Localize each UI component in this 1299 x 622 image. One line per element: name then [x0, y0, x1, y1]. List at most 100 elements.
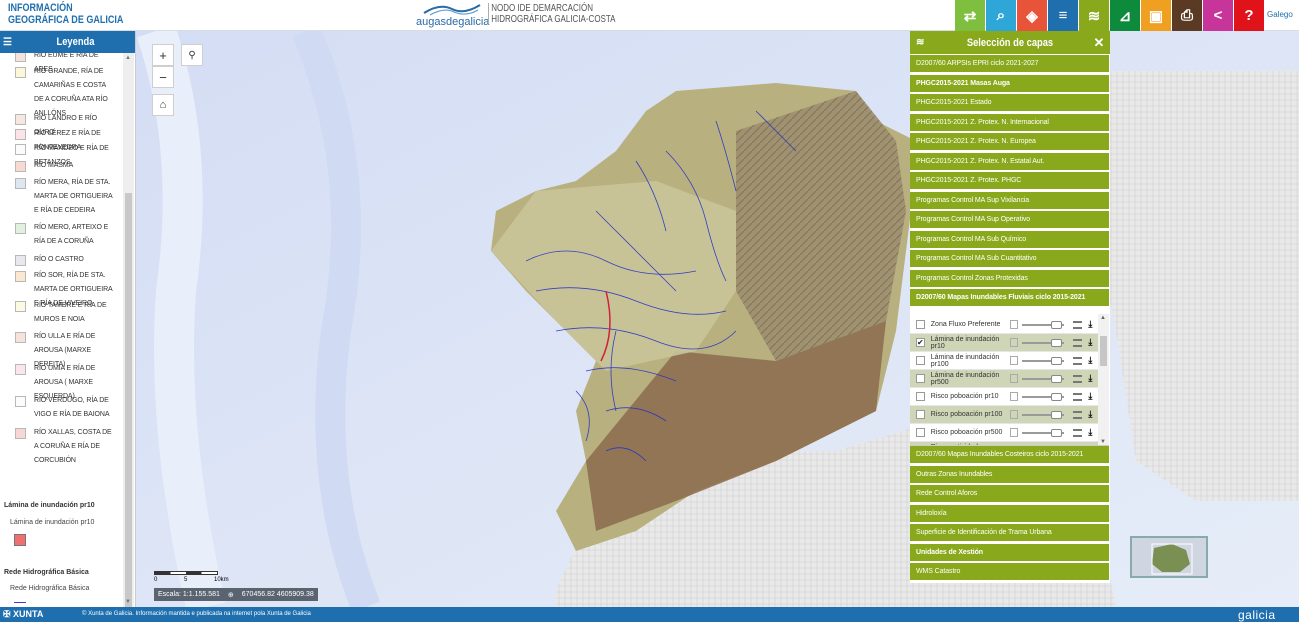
layer-checkbox[interactable]: ✔ — [916, 338, 925, 347]
xunta-text: XUNTA — [13, 609, 44, 619]
layer-group[interactable]: D2007/60 Mapas Inundables Fluviais ciclo… — [910, 289, 1109, 307]
legend-icon[interactable] — [1072, 410, 1083, 419]
layer-group[interactable]: D2007/60 ARPSIs EPRI ciclo 2021-2027 — [910, 55, 1109, 73]
sublayer-row[interactable]: Lámina de inundación pr100 ⤓ — [910, 352, 1098, 370]
slider-knob[interactable] — [1051, 393, 1063, 401]
save-button[interactable]: ▣ — [1141, 0, 1171, 31]
slider-knob[interactable] — [1051, 375, 1063, 383]
layer-checkbox[interactable] — [916, 428, 925, 437]
transparency-icon — [1010, 338, 1019, 347]
sublayer-row[interactable]: Risco poboación pr10 ⤓ — [910, 388, 1098, 406]
opacity-slider[interactable] — [1020, 320, 1065, 329]
layer-group[interactable]: D2007/60 Mapas Inundables Costeiros cicl… — [910, 446, 1109, 464]
layer-group[interactable]: Programas Control MA Sup Operativo — [910, 211, 1109, 229]
layer-group[interactable]: PHGC2015-2021 Z. Protex. N. Internaciona… — [910, 113, 1109, 132]
layer-group[interactable]: WMS Catastro — [910, 563, 1109, 581]
search-button[interactable]: ⌕ — [986, 0, 1016, 31]
layer-group[interactable]: PHGC2015-2021 Z. Protex. N. Estatal Aut. — [910, 152, 1109, 171]
layer-group[interactable]: Programas Control MA Sub Químico — [910, 230, 1109, 249]
slider-knob[interactable] — [1051, 429, 1063, 437]
opacity-slider[interactable] — [1020, 374, 1065, 383]
scroll-down-icon[interactable]: ▼ — [1100, 439, 1106, 445]
print-button[interactable]: ⎙ — [1172, 0, 1202, 31]
download-icon[interactable]: ⤓ — [1088, 337, 1098, 348]
download-icon[interactable]: ⤓ — [1088, 409, 1098, 420]
menu-icon[interactable]: ☰ — [0, 37, 16, 48]
layer-group[interactable]: Hidroloxía — [910, 504, 1109, 523]
scale-text: Escala: 1:1.155.581 — [158, 591, 220, 598]
layer-group[interactable]: Outras Zonas Inundables — [910, 465, 1109, 484]
download-icon[interactable]: ⤓ — [1088, 373, 1098, 384]
list-button[interactable]: ≡ — [1048, 0, 1078, 31]
download-icon[interactable]: ⤓ — [1088, 391, 1098, 402]
layer-checkbox[interactable] — [916, 320, 925, 329]
legend-icon[interactable] — [1072, 356, 1083, 365]
share-button[interactable]: < — [1203, 0, 1233, 31]
layer-group[interactable]: PHGC2015-2021 Z. Protex. N. Europea — [910, 133, 1109, 151]
overview-map[interactable] — [1130, 536, 1208, 578]
opacity-slider[interactable] — [1020, 410, 1065, 419]
layer-checkbox[interactable] — [916, 374, 925, 383]
map-canvas[interactable]: + − ⚲ ⌂ 0 5 10km Escala: 1:1.155.581 ⊕ 6… — [136, 31, 1299, 607]
sublayer-scrollbar[interactable]: ▲ ▼ — [1098, 314, 1109, 445]
layer-checkbox[interactable] — [916, 392, 925, 401]
layer-group[interactable]: PHGC2015-2021 Masas Auga — [910, 74, 1109, 93]
opacity-slider[interactable] — [1020, 392, 1065, 401]
sublayer-label: Risco poboación pr100 — [930, 411, 1003, 418]
close-icon[interactable]: ✕ — [1088, 35, 1110, 51]
opacity-slider[interactable] — [1020, 356, 1065, 365]
scroll-down-icon[interactable]: ▼ — [125, 599, 131, 605]
slider-knob[interactable] — [1051, 339, 1063, 347]
opacity-slider[interactable] — [1020, 428, 1065, 437]
brand-title[interactable]: INFORMACIÓN GEOGRÁFICA DE GALICIA — [8, 2, 123, 26]
sublayer-row[interactable]: Zona Fluxo Preferente ⤓ — [910, 316, 1098, 334]
sublayer-row[interactable]: Lámina de inundación pr500 ⤓ — [910, 370, 1098, 388]
layer-group[interactable]: Programas Control MA Sub Cuantitativo — [910, 250, 1109, 268]
layer-group[interactable]: PHGC2015-2021 Z. Protex. PHGC — [910, 172, 1109, 190]
legend-icon[interactable] — [1072, 338, 1083, 347]
crosshair-icon: ⊕ — [227, 591, 234, 599]
layer-group[interactable]: Rede Control Aforos — [910, 485, 1109, 503]
layer-group[interactable]: Superficie de Identificación de Trama Ur… — [910, 524, 1109, 542]
xunta-logo[interactable]: ✠ XUNTA — [3, 609, 43, 620]
layers-button[interactable]: ≋ — [1079, 0, 1109, 31]
scroll-up-icon[interactable]: ▲ — [1100, 315, 1106, 321]
legend-icon[interactable] — [1072, 320, 1083, 329]
slider-knob[interactable] — [1051, 411, 1063, 419]
layer-checkbox[interactable] — [916, 356, 925, 365]
language-selector[interactable]: Galego — [1267, 10, 1293, 19]
home-button[interactable]: ⌂ — [152, 94, 174, 116]
measure-button[interactable]: ⊿ — [1110, 0, 1140, 31]
help-button[interactable]: ? — [1234, 0, 1264, 31]
zoom-in-button[interactable]: + — [152, 44, 174, 66]
download-icon[interactable]: ⤓ — [1088, 319, 1098, 330]
sublayer-row[interactable]: Risco poboación pr100 ⤓ — [910, 406, 1098, 424]
legend-item-label: RÍO MERO, ARTEIXO E RÍA DE A CORUÑA — [34, 224, 109, 245]
legend-icon[interactable] — [1072, 428, 1083, 437]
download-icon[interactable]: ⤓ — [1088, 427, 1098, 438]
sublayer-scroll-thumb[interactable] — [1100, 336, 1107, 366]
layer-group[interactable]: Programas Control Zonas Protexidas — [910, 269, 1109, 288]
zoom-box-button[interactable]: ⚲ — [181, 44, 203, 66]
legend-scrollbar[interactable]: ▲ ▼ — [123, 53, 134, 607]
galicia-logo[interactable]: galicia — [1238, 608, 1276, 622]
scale-tick-0: 0 — [154, 577, 158, 583]
link-button[interactable]: ⇄ — [955, 0, 985, 31]
layer-group[interactable]: PHGC2015-2021 Estado — [910, 94, 1109, 112]
map-tool-button[interactable]: ◈ — [1017, 0, 1047, 31]
scroll-up-icon[interactable]: ▲ — [125, 55, 131, 61]
download-icon[interactable]: ⤓ — [1088, 355, 1098, 366]
legend-icon[interactable] — [1072, 392, 1083, 401]
legend-item-label: RÍO O CASTRO — [34, 256, 84, 263]
slider-knob[interactable] — [1051, 357, 1063, 365]
slider-knob[interactable] — [1051, 321, 1063, 329]
layer-checkbox[interactable] — [916, 410, 925, 419]
sublayer-row[interactable]: Risco poboación pr500 ⤓ — [910, 424, 1098, 442]
opacity-slider[interactable] — [1020, 338, 1065, 347]
sublayer-row[interactable]: ✔ Lámina de inundación pr10 ⤓ — [910, 334, 1098, 352]
legend-scroll-thumb[interactable] — [125, 193, 132, 607]
layer-group[interactable]: Unidades de Xestión — [910, 543, 1109, 562]
legend-icon[interactable] — [1072, 374, 1083, 383]
zoom-out-button[interactable]: − — [152, 66, 174, 88]
layer-group[interactable]: Programas Control MA Sup Vixilancia — [910, 191, 1109, 210]
